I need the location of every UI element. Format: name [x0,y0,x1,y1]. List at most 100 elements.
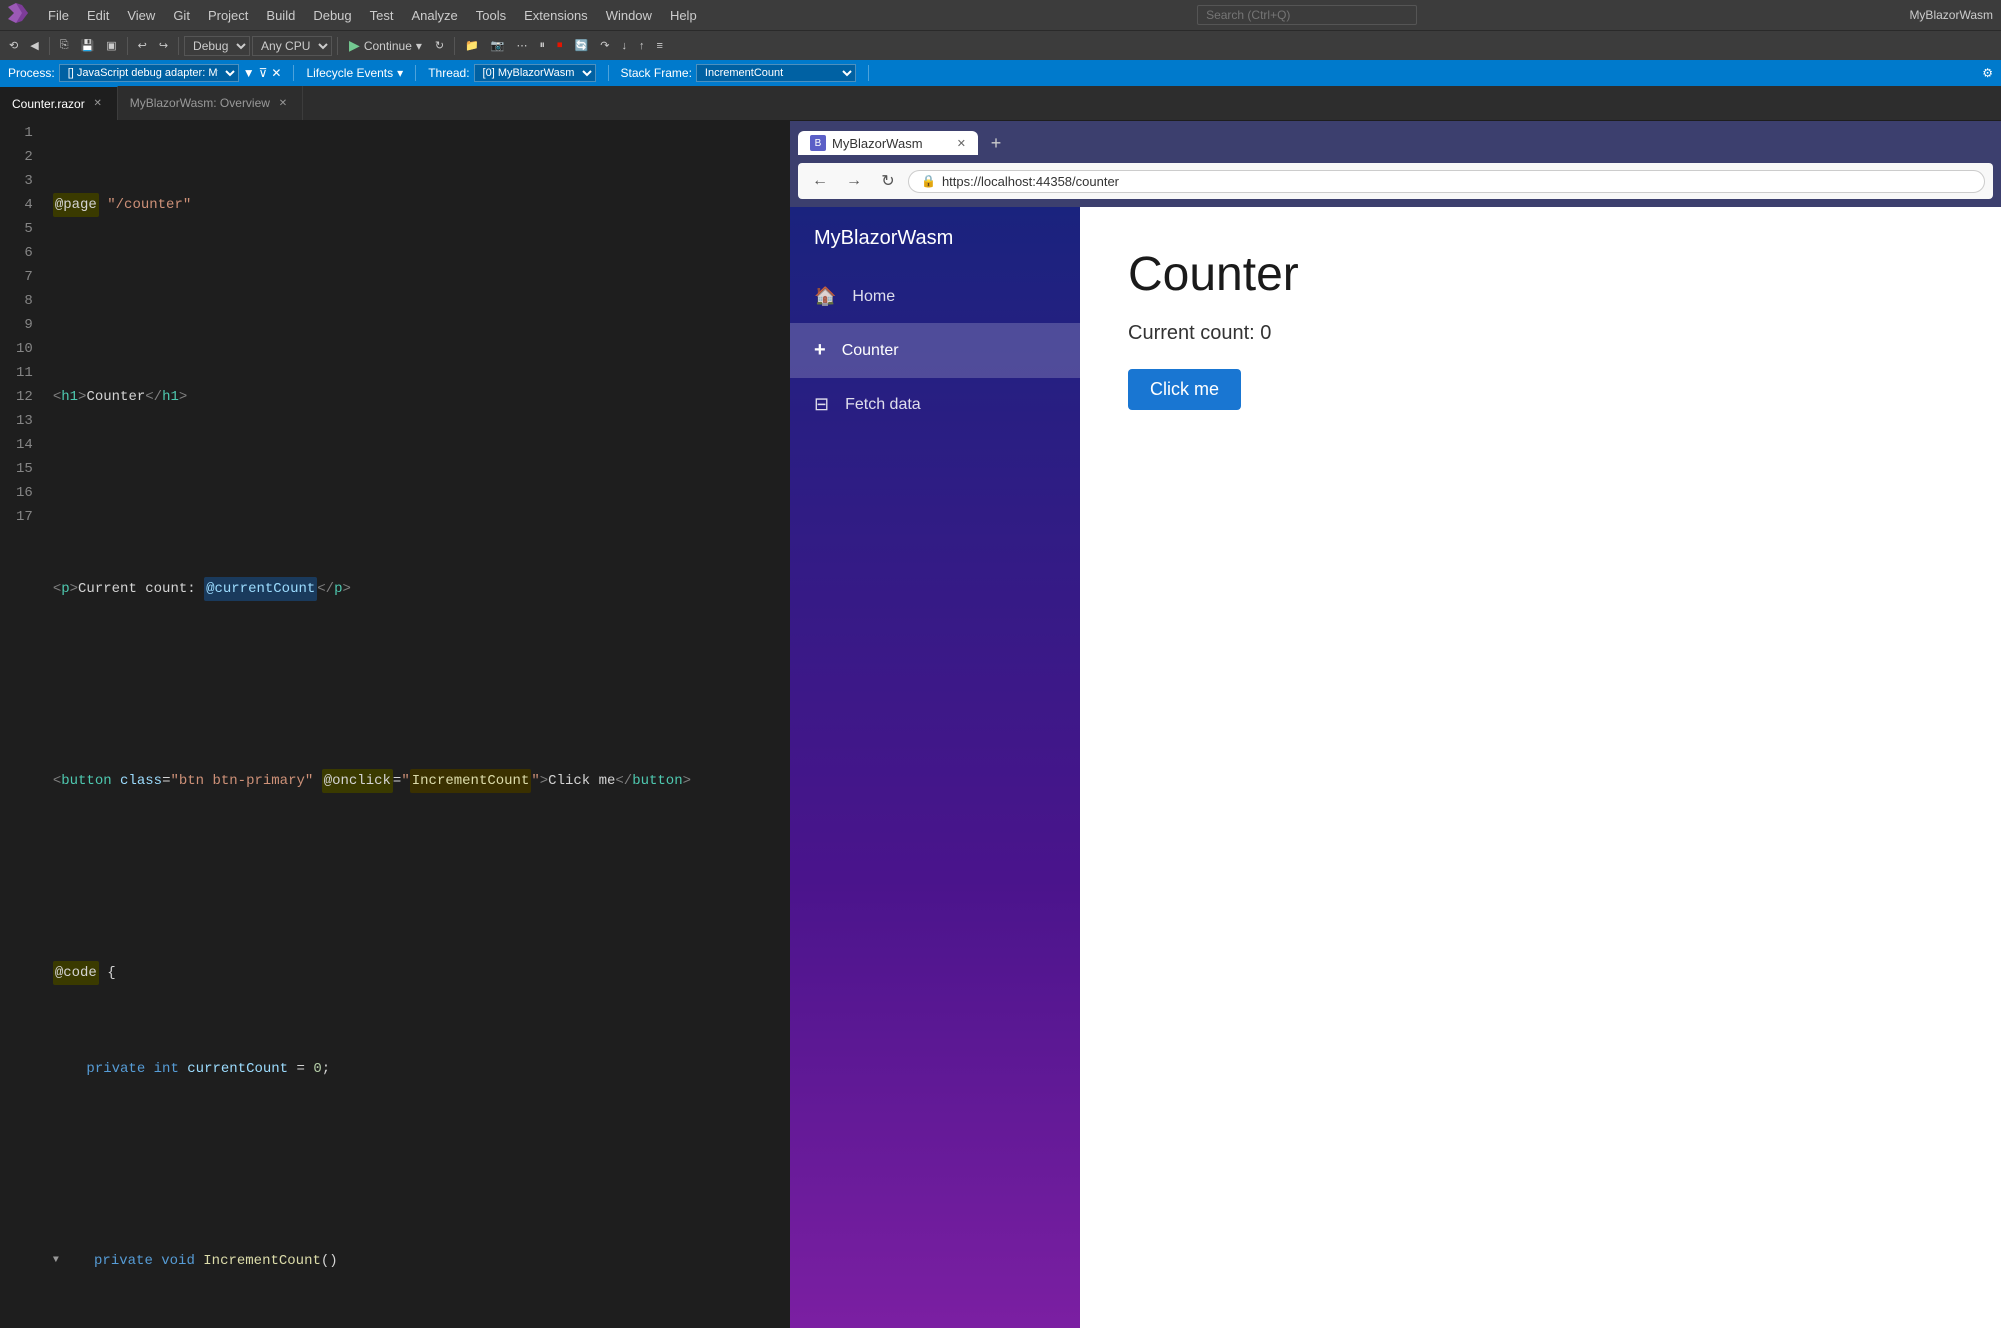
browser-new-tab-btn[interactable]: + [982,129,1010,157]
step-into-btn[interactable]: ↓ [616,38,632,54]
menu-analyze[interactable]: Analyze [403,6,465,25]
browser-tab-close[interactable]: ✕ [957,137,966,150]
app-sidebar: MyBlazorWasm 🏠 Home + Counter ⊟ Fetch da… [790,207,1080,1328]
collapse-icon[interactable]: ▼ [53,1249,65,1273]
code-at-page: @page [53,193,99,217]
process-dropdown[interactable]: [] JavaScript debug adapter: MyBla... [59,64,239,82]
menu-edit[interactable]: Edit [79,6,117,25]
search-input[interactable] [1197,5,1417,25]
tab-overview[interactable]: MyBlazorWasm: Overview ✕ [118,86,303,120]
browser-favicon: B [810,135,826,151]
filter-icon-2[interactable]: ⊽ [259,66,268,80]
nav-label-home: Home [852,288,895,306]
toolbar-icon-3[interactable]: ▣ [101,37,121,54]
cpu-select[interactable]: Any CPU [252,36,332,56]
nav-back[interactable]: ◀ [25,37,43,54]
lifecycle-label: Lifecycle Events [306,66,393,80]
settings-icon[interactable]: ⚙ [1982,66,1993,80]
continue-label: Continue [364,39,412,53]
code-line-4 [53,481,782,505]
browser-address-bar[interactable]: 🔒 https://localhost:44358/counter [908,170,1985,193]
back-btn[interactable]: ⟲ [4,37,23,54]
thread-label: Thread: [428,66,469,80]
app-page-title: Counter [1128,247,1953,302]
stop-btn[interactable]: ⏹ [552,37,568,54]
toolbar-btn-extra[interactable]: ⋯ [512,37,533,54]
code-line-9: @code { [53,961,782,985]
stack-frame-dropdown[interactable]: IncrementCount [696,64,856,82]
debug-mode-select[interactable]: Debug [184,36,250,56]
counter-icon: + [814,339,826,362]
main-layout: 1 2 3 4 5 6 7 8 9 10 11 12 13 14 15 16 1… [0,121,2001,1328]
menu-git[interactable]: Git [165,6,198,25]
nav-item-fetchdata[interactable]: ⊟ Fetch data [790,378,1080,431]
sep2 [415,65,416,81]
menu-view[interactable]: View [119,6,163,25]
call-stack-btn[interactable]: ≡ [651,38,667,54]
stack-frame-label: Stack Frame: [621,66,692,80]
sep2 [127,37,128,55]
app-brand: MyBlazorWasm [790,207,1080,270]
process-label: Process: [8,66,55,80]
toolbar-icon-2[interactable]: 💾 [76,37,100,54]
menu-project[interactable]: Project [200,6,256,25]
browser-active-tab[interactable]: B MyBlazorWasm ✕ [798,131,978,155]
continue-btn[interactable]: ▶ Continue ▾ [343,35,428,56]
code-editor[interactable]: 1 2 3 4 5 6 7 8 9 10 11 12 13 14 15 16 1… [0,121,790,1328]
menu-build[interactable]: Build [258,6,303,25]
browser-forward-btn[interactable]: → [840,167,868,195]
step-out-btn[interactable]: ↑ [634,38,650,54]
app-title: MyBlazorWasm [1909,8,1993,22]
tab-close-1[interactable]: ✕ [276,96,290,110]
undo-btn[interactable]: ↩ [133,37,152,54]
toolbar-icon-1[interactable]: ⎘ [55,37,74,54]
browser-refresh-btn[interactable]: ↻ [874,167,902,195]
nav-label-counter: Counter [842,342,899,360]
sep4 [337,37,338,55]
sep3 [608,65,609,81]
redo-btn[interactable]: ↪ [154,37,173,54]
code-area[interactable]: @page "/counter" <h1>Counter</h1> <p>Cur… [45,121,790,1328]
refresh-btn[interactable]: ↻ [430,37,449,54]
step-over-btn[interactable]: ↷ [595,37,614,54]
screenshot-btn[interactable]: 📷 [486,37,510,54]
code-line-2 [53,289,782,313]
code-line-3: <h1>Counter</h1> [53,385,782,409]
menu-test[interactable]: Test [362,6,402,25]
restart-btn[interactable]: 🔄 [570,37,594,54]
sep1 [293,65,294,81]
break-icon[interactable]: ✕ [271,66,281,80]
stack-frame-section: Stack Frame: IncrementCount [621,64,856,82]
menu-window[interactable]: Window [598,6,660,25]
browser-back-btn[interactable]: ← [806,167,834,195]
debug-bar: Process: [] JavaScript debug adapter: My… [0,60,2001,86]
dropdown-arrow: ▾ [416,39,422,53]
filter-icon[interactable]: ▼ [243,66,255,80]
nav-item-counter[interactable]: + Counter [790,323,1080,378]
menu-help[interactable]: Help [662,6,705,25]
lifecycle-dropdown-arrow[interactable]: ▾ [397,66,403,80]
pause-btn[interactable]: ⏸ [535,37,551,54]
browser-content: MyBlazorWasm 🏠 Home + Counter ⊟ Fetch da… [790,207,2001,1328]
menu-file[interactable]: File [40,6,77,25]
fetchdata-icon: ⊟ [814,394,829,415]
search-area [717,5,1898,25]
menu-debug[interactable]: Debug [305,6,359,25]
browser-tab-title: MyBlazorWasm [832,136,923,151]
tab-label-1: MyBlazorWasm: Overview [130,96,270,110]
open-folder-btn[interactable]: 📁 [460,37,484,54]
home-icon: 🏠 [814,286,836,307]
tab-close-0[interactable]: ✕ [91,97,105,111]
menu-tools[interactable]: Tools [468,6,514,25]
thread-dropdown[interactable]: [0] MyBlazorWasm [474,64,596,82]
sep1 [49,37,50,55]
app-click-me-button[interactable]: Click me [1128,369,1241,410]
sep4 [868,65,869,81]
menu-extensions[interactable]: Extensions [516,6,596,25]
nav-item-home[interactable]: 🏠 Home [790,270,1080,323]
lock-icon: 🔒 [921,174,936,188]
nav-label-fetchdata: Fetch data [845,396,921,414]
sep3 [178,37,179,55]
tab-counter-razor[interactable]: Counter.razor ✕ [0,86,118,120]
code-line-1: @page "/counter" [53,193,782,217]
